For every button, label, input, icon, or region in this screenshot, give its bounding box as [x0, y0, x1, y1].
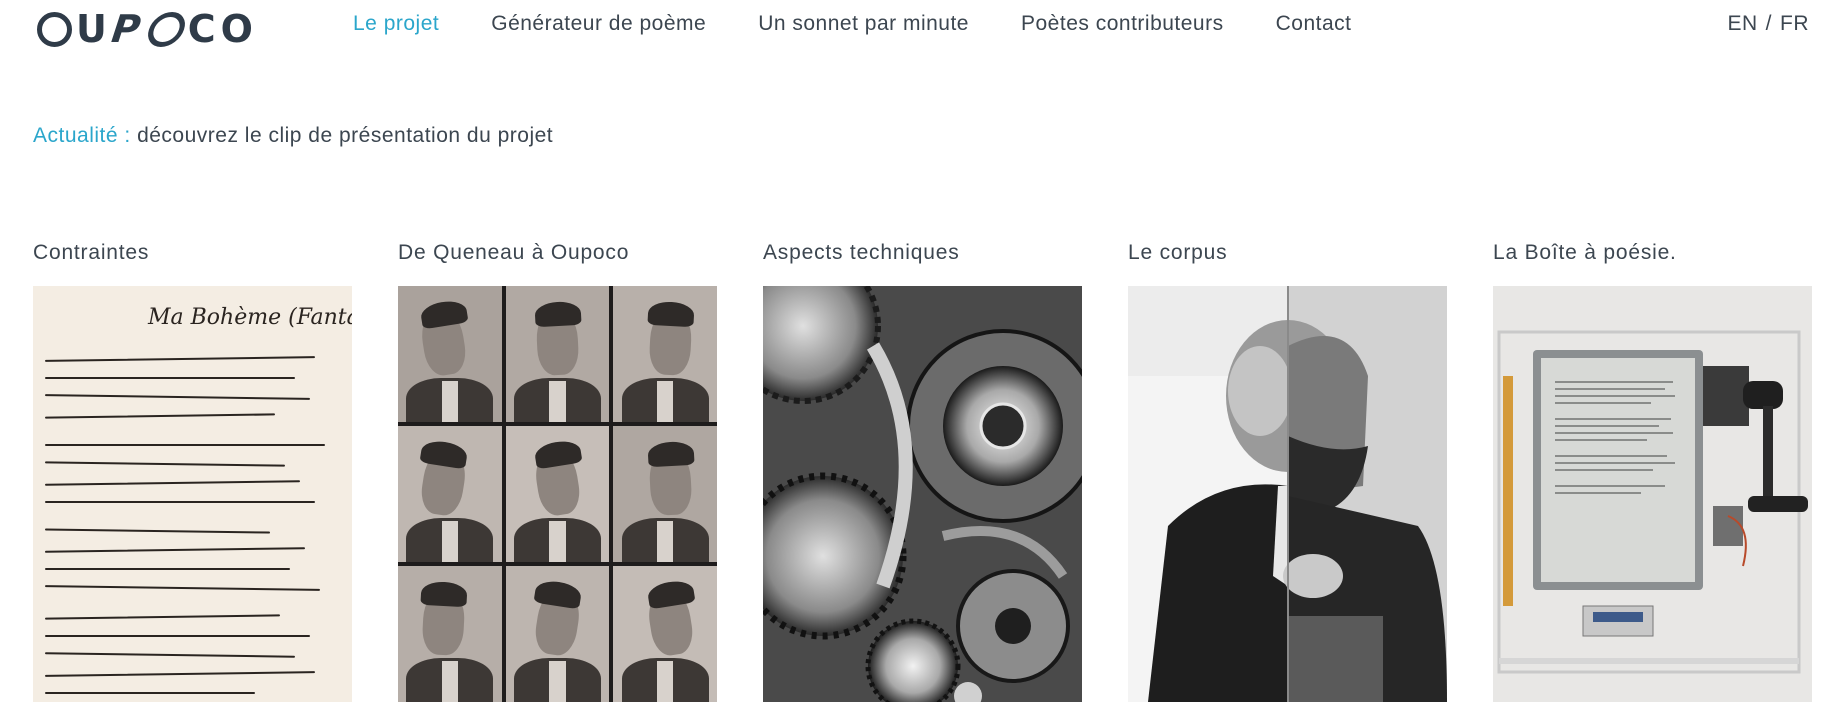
lang-fr-link[interactable]: FR [1780, 12, 1809, 36]
logo-letters-co: CO [187, 7, 258, 51]
photobooth-image [398, 286, 717, 702]
portrait-shirt [549, 381, 566, 422]
booth-portrait [505, 286, 610, 422]
handwriting-line [45, 444, 325, 446]
page: U P CO Le projet Générateur de poème Un … [0, 0, 1844, 721]
gears-drawing [763, 286, 1082, 702]
card-le-corpus[interactable]: Le corpus [1128, 240, 1447, 702]
booth-portrait [398, 426, 502, 562]
booth-portrait [505, 566, 610, 702]
lang-en-link[interactable]: EN [1727, 12, 1757, 36]
handwriting-line [45, 501, 315, 503]
card-title: Le corpus [1128, 241, 1228, 264]
nav-generateur-de-poeme[interactable]: Générateur de poème [491, 12, 706, 36]
poetry-box-drawing [1493, 286, 1812, 702]
nav-poetes-contributeurs[interactable]: Poètes contributeurs [1021, 12, 1224, 36]
logo-letter-o [37, 11, 72, 47]
manuscript-drawing: Ma Bohème (Fantaisie) [147, 305, 352, 330]
booth-portrait [613, 566, 717, 702]
portrait-shirt [656, 521, 674, 562]
nav-contact[interactable]: Contact [1276, 12, 1352, 36]
booth-portrait [398, 566, 502, 702]
news-link[interactable]: découvrez le clip de présentation du pro… [137, 124, 553, 147]
portrait-shirt [656, 381, 674, 422]
portrait-hair [646, 578, 696, 611]
portrait-shirt [441, 521, 459, 562]
booth-portrait [398, 286, 502, 422]
card-de-queneau-a-oupoco[interactable]: De Queneau à Oupoco [398, 240, 717, 702]
portrait-shirt [441, 381, 459, 422]
language-switcher: EN / FR [1727, 0, 1809, 48]
portrait-hair [534, 301, 581, 328]
portrait-hair [420, 581, 468, 608]
site-logo[interactable]: U P CO [33, 6, 258, 52]
manuscript-heading: Ma Bohème (Fantaisie) [147, 305, 352, 330]
lang-separator: / [1765, 12, 1772, 35]
project-cards: Contraintes Ma Bohème (Fantaisie) De Que… [33, 240, 1812, 702]
portrait-hair [647, 441, 695, 468]
booth-portrait [613, 286, 717, 422]
nav-le-projet[interactable]: Le projet [353, 12, 439, 36]
handwriting-line [45, 568, 290, 570]
portrait-hair [647, 301, 695, 328]
nav-un-sonnet-par-minute[interactable]: Un sonnet par minute [758, 12, 969, 36]
booth-portrait [505, 426, 610, 562]
portrait-shirt [549, 521, 566, 562]
card-title: De Queneau à Oupoco [398, 241, 630, 264]
card-title: La Boîte à poésie. [1493, 241, 1677, 264]
corpus-drawing [1128, 286, 1447, 702]
handwriting-line [45, 635, 310, 637]
logo-letter-o-oblique [143, 11, 190, 47]
handwriting-line [45, 692, 255, 694]
gears-image [763, 286, 1082, 702]
poetry-box-image [1493, 286, 1812, 702]
card-title: Aspects techniques [763, 241, 960, 264]
card-aspects-techniques[interactable]: Aspects techniques [763, 240, 1082, 702]
portrait-shirt [549, 661, 566, 702]
booth-portrait [613, 426, 717, 562]
portrait-shirt [441, 661, 459, 702]
card-la-boite-a-poesie[interactable]: La Boîte à poésie. [1493, 240, 1812, 702]
news-label: Actualité : [33, 124, 131, 147]
card-title: Contraintes [33, 241, 150, 264]
main-nav: Le projet Générateur de poème Un sonnet … [353, 0, 1403, 48]
corpus-portrait-image [1128, 286, 1447, 702]
handwriting-line [45, 377, 295, 379]
news-banner: Actualité : découvrez le clip de présent… [33, 124, 553, 148]
portrait-hair [419, 298, 469, 331]
manuscript-image: Ma Bohème (Fantaisie) [33, 286, 352, 702]
card-contraintes[interactable]: Contraintes Ma Bohème (Fantaisie) [33, 240, 352, 702]
portrait-shirt [656, 661, 674, 702]
